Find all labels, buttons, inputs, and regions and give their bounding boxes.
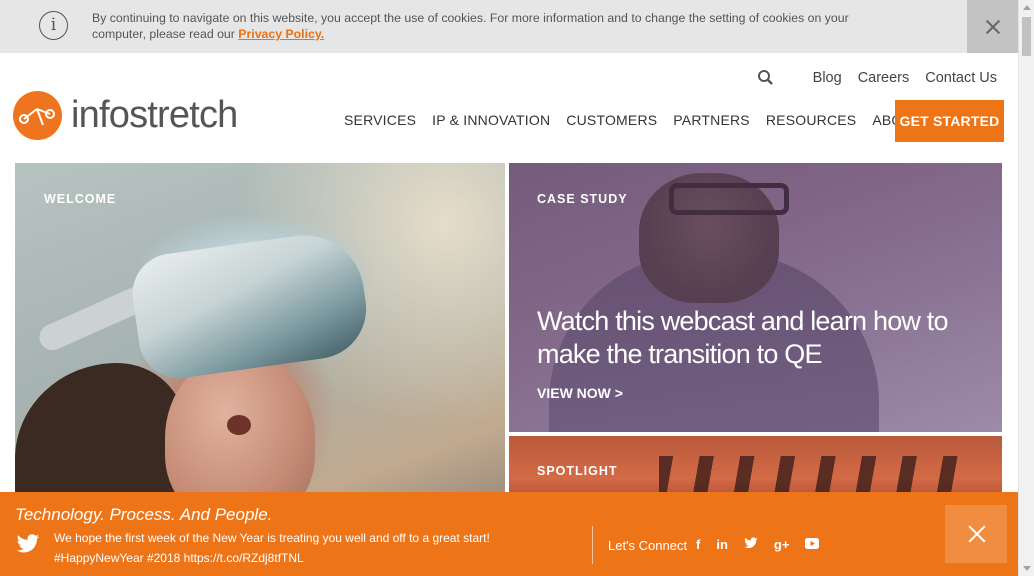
tagline: Technology. Process. And People.: [15, 505, 273, 524]
linkedin-icon[interactable]: in: [716, 537, 728, 553]
social-bar-close-button[interactable]: [945, 505, 1007, 563]
nav-item-partners[interactable]: PARTNERS: [673, 112, 750, 128]
nav-item-resources[interactable]: RESOURCES: [766, 112, 856, 128]
nav-item-customers[interactable]: CUSTOMERS: [566, 112, 657, 128]
twitter-bird-icon: [16, 534, 40, 554]
view-now-link[interactable]: VIEW NOW >: [537, 385, 623, 401]
cookie-close-button[interactable]: [967, 0, 1018, 53]
logo-mark-icon: [13, 90, 62, 140]
scroll-down-arrow-icon[interactable]: [1023, 566, 1031, 571]
google-plus-icon[interactable]: g+: [774, 537, 790, 553]
lets-connect-label: Let's Connect: [608, 538, 688, 553]
tweet-line-1: We hope the first week of the New Year i…: [54, 531, 490, 545]
cookie-message: By continuing to navigate on this websit…: [92, 11, 849, 41]
nav-item-ip-innovation[interactable]: IP & INNOVATION: [432, 112, 550, 128]
tile-image-hair: [15, 363, 185, 503]
case-study-label: CASE STUDY: [537, 192, 628, 206]
search-icon[interactable]: [757, 69, 775, 87]
scroll-thumb[interactable]: [1022, 17, 1031, 56]
case-study-tile[interactable]: CASE STUDY Watch this webcast and learn …: [509, 163, 1002, 432]
top-link-contact-us[interactable]: Contact Us: [925, 70, 997, 86]
privacy-policy-link[interactable]: Privacy Policy.: [238, 27, 324, 41]
spotlight-label: SPOTLIGHT: [537, 464, 618, 478]
top-link-blog[interactable]: Blog: [813, 70, 842, 86]
top-link-careers[interactable]: Careers: [858, 70, 910, 86]
twitter-icon[interactable]: [744, 537, 758, 553]
latest-tweet: We hope the first week of the New Year i…: [54, 528, 584, 568]
tile-image-vr-headset: [127, 227, 373, 384]
get-started-button[interactable]: GET STARTED: [895, 100, 1004, 142]
cookie-banner: i By continuing to navigate on this webs…: [0, 0, 1018, 53]
social-icons: f in g+: [696, 537, 835, 553]
scroll-up-arrow-icon[interactable]: [1023, 5, 1031, 10]
tweet-line-2[interactable]: #HappyNewYear #2018 https://t.co/RZdj8tf…: [54, 548, 584, 568]
social-bar: Technology. Process. And People. We hope…: [0, 492, 1018, 576]
logo-wordmark: infostretch: [71, 93, 238, 136]
cookie-text: By continuing to navigate on this websit…: [92, 10, 882, 42]
welcome-tile[interactable]: WELCOME: [15, 163, 505, 503]
main-nav: SERVICES IP & INNOVATION CUSTOMERS PARTN…: [344, 112, 938, 128]
case-study-headline: Watch this webcast and learn how to make…: [537, 306, 949, 369]
divider: [592, 526, 593, 564]
nav-item-services[interactable]: SERVICES: [344, 112, 416, 128]
tile-image-mouth: [227, 415, 251, 435]
top-nav: Blog Careers Contact Us: [757, 69, 997, 87]
info-icon: i: [39, 11, 68, 40]
youtube-icon[interactable]: [805, 537, 820, 553]
facebook-icon[interactable]: f: [696, 537, 700, 553]
page: i By continuing to navigate on this webs…: [0, 0, 1034, 576]
logo[interactable]: infostretch: [13, 90, 238, 140]
welcome-label: WELCOME: [44, 192, 117, 206]
scrollbar[interactable]: [1018, 0, 1034, 576]
